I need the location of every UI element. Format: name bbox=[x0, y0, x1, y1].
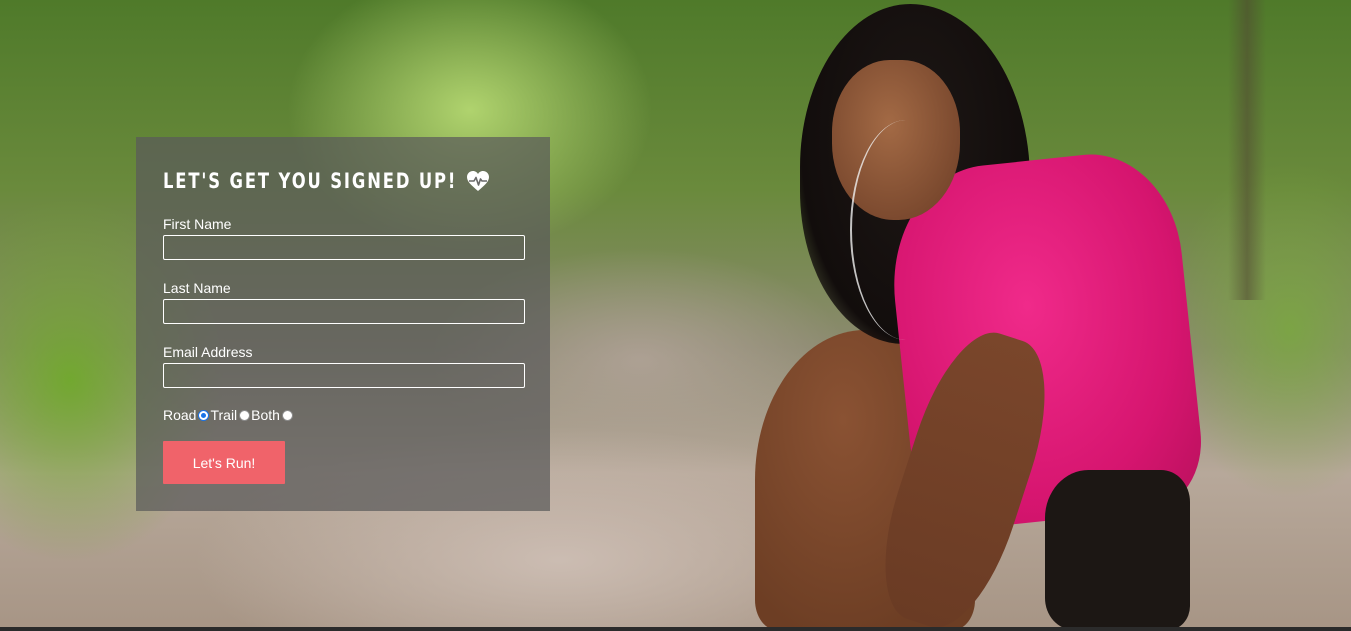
radio-label-road: Road bbox=[163, 407, 197, 423]
radio-label-trail: Trail bbox=[210, 407, 238, 423]
runner-shorts bbox=[1045, 470, 1190, 630]
last-name-input[interactable] bbox=[163, 299, 525, 324]
radio-label-both: Both bbox=[251, 407, 280, 423]
first-name-input[interactable] bbox=[163, 235, 525, 260]
earphone-cord bbox=[850, 120, 962, 340]
lets-run-button[interactable]: Let's Run! bbox=[163, 441, 285, 484]
email-address-input[interactable] bbox=[163, 363, 525, 388]
radio-both[interactable] bbox=[281, 409, 293, 421]
background-tree bbox=[1228, 0, 1266, 300]
signup-form: LET'S GET YOU SIGNED UP! First Name Last… bbox=[136, 137, 550, 511]
last-name-label: Last Name bbox=[163, 280, 231, 296]
first-name-label: First Name bbox=[163, 216, 232, 232]
radio-road[interactable] bbox=[198, 409, 210, 421]
email-address-label: Email Address bbox=[163, 344, 253, 360]
bottom-edge bbox=[0, 627, 1351, 631]
heartbeat-icon bbox=[467, 171, 489, 191]
signup-title: LET'S GET YOU SIGNED UP! bbox=[163, 169, 458, 193]
run-type-radio-group: Road Trail Both bbox=[163, 407, 294, 423]
page: LET'S GET YOU SIGNED UP! First Name Last… bbox=[0, 0, 1351, 631]
radio-trail[interactable] bbox=[239, 409, 251, 421]
